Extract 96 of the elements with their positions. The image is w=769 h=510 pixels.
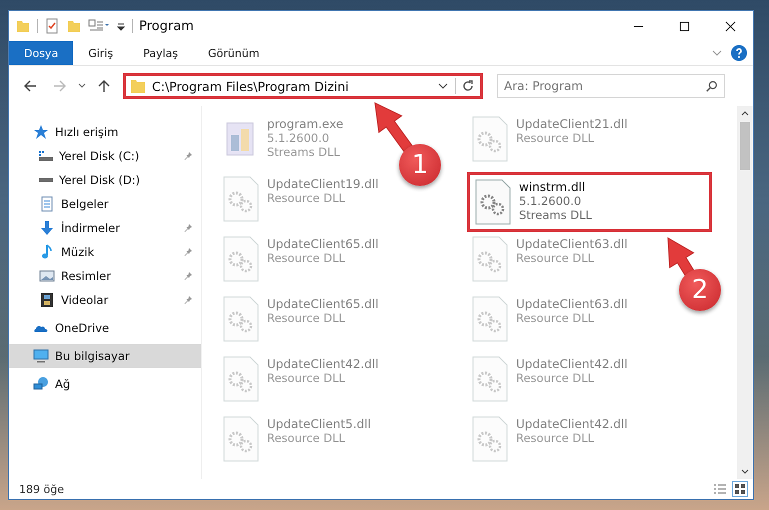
pin-icon [183,295,193,305]
file-detail: Resource DLL [267,431,346,445]
monitor-icon [33,348,49,364]
item-count: 189 öğe [19,482,64,496]
file-name: winstrm.dll [519,180,586,194]
gear-file-icon [470,295,510,343]
gear-file-icon [221,415,261,463]
search-icon [705,79,719,93]
file-detail: Resource DLL [516,371,596,385]
ribbon-tab[interactable]: Paylaş [128,41,193,65]
picture-icon [39,268,55,284]
file-name: UpdateClient65.dll [267,297,379,311]
tiles-view-icon[interactable] [733,482,747,496]
nav-item[interactable]: Videolar [9,288,201,312]
file-detail: Resource DLL [516,311,596,325]
nav-item[interactable]: Bu bilgisayar [9,344,201,368]
file-detail: Resource DLL [516,431,596,445]
file-name: UpdateClient42.dll [516,417,628,431]
ribbon-tab[interactable]: Giriş [73,41,128,65]
arrow [667,237,696,278]
details-view-icon[interactable] [713,482,727,496]
gear-file-icon [221,295,261,343]
pin-icon [183,247,193,257]
file-name: UpdateClient63.dll [516,297,628,311]
close-icon [724,20,736,32]
file-detail: 5.1.2600.0 [267,131,330,145]
nav-item[interactable]: Yerel Disk (C:) [9,144,201,168]
nav-item[interactable]: Hızlı erişim [9,120,201,144]
search-field[interactable]: Ara: Program [497,74,725,98]
file-detail: 5.1.2600.0 [519,194,582,208]
file-name: UpdateClient42.dll [516,357,628,371]
file-item[interactable]: UpdateClient42.dll Resource DLL [218,352,382,412]
file-detail: Resource DLL [267,251,346,265]
window-title: Program [139,18,194,34]
gear-file-icon [221,235,261,283]
maximize-icon [678,20,690,32]
ribbon-tab[interactable]: Dosya [9,41,74,65]
nav-item[interactable]: Belgeler [9,192,201,216]
scroll-thumb[interactable] [740,122,750,170]
scrollbar[interactable] [737,106,753,479]
file-name: program.exe [267,117,344,131]
file-detail: Resource DLL [267,311,346,325]
nav-item[interactable]: OneDrive [9,316,201,340]
up-arrow-icon[interactable] [96,78,112,94]
file-name: UpdateClient21.dll [516,117,628,131]
checklist-icon[interactable] [44,18,60,34]
file-item[interactable]: program.exe 5.1.2600.0 Streams DLL [218,112,346,172]
pin-icon [183,223,193,233]
file-name: UpdateClient5.dll [267,417,371,431]
star-icon [33,124,49,140]
file-item[interactable]: UpdateClient21.dll Resource DLL [467,112,631,172]
file-name: UpdateClient65.dll [267,237,379,251]
gear-file-icon [470,115,510,163]
file-detail: Streams DLL [267,145,341,159]
arrow [374,102,414,154]
pin-icon [183,271,193,281]
nav-item[interactable]: Yerel Disk (D:) [9,168,201,192]
gear-file-icon [470,415,510,463]
file-item[interactable]: UpdateClient42.dll Resource DLL [467,412,631,472]
gear-file-icon [470,355,510,403]
folder-icon [130,78,146,94]
file-item[interactable]: UpdateClient63.dll Resource DLL [467,292,631,352]
file-name: UpdateClient63.dll [516,237,628,251]
address-path: C:\Program Files\Program Dizini [152,78,350,94]
nav-item[interactable]: Ağ [9,372,201,396]
gear-file-icon [221,355,261,403]
back-arrow-icon[interactable] [22,78,38,94]
drive-icon [39,178,53,182]
address-bar[interactable]: C:\Program Files\Program Dizini [123,73,483,99]
file-detail: Resource DLL [516,131,596,145]
file-item[interactable]: winstrm.dll 5.1.2600.0 Streams DLL [467,172,712,232]
file-detail: Resource DLL [267,191,346,205]
nav-item[interactable]: İndirmeler [9,216,201,240]
file-item[interactable]: UpdateClient5.dll Resource DLL [218,412,374,472]
nav-item[interactable]: Resimler [9,264,201,288]
file-name: UpdateClient42.dll [267,357,379,371]
gear-file-icon [221,175,261,223]
gear-file-icon [470,235,510,283]
ribbon-tab[interactable]: Görünüm [193,41,274,65]
pin-icon [183,151,193,161]
file-item[interactable]: UpdateClient63.dll Resource DLL [467,232,631,292]
nav-item[interactable]: Müzik [9,240,201,264]
film-icon [39,292,55,308]
drive-icon [39,151,53,161]
file-item[interactable]: UpdateClient65.dll Resource DLL [218,292,382,352]
gear-file-icon [473,178,513,226]
download-icon [39,220,55,236]
document-icon [39,196,55,212]
file-detail: Streams DLL [519,208,592,222]
help-icon[interactable] [731,45,747,61]
file-item[interactable]: UpdateClient19.dll Resource DLL [218,172,382,232]
file-detail: Resource DLL [516,251,596,265]
file-item[interactable]: UpdateClient65.dll Resource DLL [218,232,382,292]
file-item[interactable]: UpdateClient42.dll Resource DLL [467,352,631,412]
file-name: UpdateClient19.dll [267,177,379,191]
file-detail: Resource DLL [267,371,346,385]
